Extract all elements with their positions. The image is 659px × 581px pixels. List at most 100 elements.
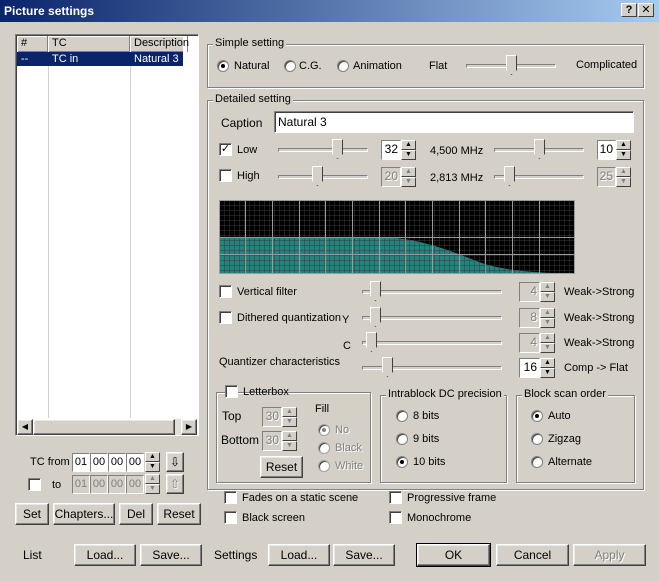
high-value2-spinner[interactable]: ▲ ▼: [616, 167, 631, 187]
chapter-list[interactable]: # TC Description -- TC in Natural 3 ◀ ▶: [15, 34, 199, 436]
low-value-input[interactable]: 32: [381, 140, 401, 160]
radio-animation[interactable]: [337, 60, 349, 72]
tc-to-ss[interactable]: 00: [108, 475, 126, 494]
letterbox-checkbox[interactable]: [225, 385, 238, 398]
horizontal-scrollbar[interactable]: ◀ ▶: [17, 419, 197, 435]
bottom-spinner[interactable]: ▲ ▼: [282, 431, 297, 451]
list-reset-button[interactable]: Reset: [157, 503, 201, 525]
vertical-filter-value[interactable]: 4: [519, 282, 540, 302]
high-slider-track[interactable]: [278, 175, 368, 179]
tc-from-hh[interactable]: 01: [72, 453, 90, 472]
high-value2-input[interactable]: 25: [597, 167, 616, 187]
dithered-c-spinner[interactable]: ▲ ▼: [540, 333, 555, 353]
radio-zigzag[interactable]: [531, 433, 543, 445]
vertical-filter-spinner[interactable]: ▲ ▼: [540, 282, 555, 302]
col-description[interactable]: Description: [130, 36, 189, 52]
quantizer-value[interactable]: 16: [519, 358, 540, 378]
scroll-thumb[interactable]: [33, 419, 175, 435]
low-slider-track[interactable]: [278, 148, 368, 152]
dithered-checkbox[interactable]: [219, 311, 232, 324]
ok-button[interactable]: OK: [416, 543, 491, 567]
tc-to-mm[interactable]: 00: [90, 475, 108, 494]
top-spinner[interactable]: ▲ ▼: [282, 407, 297, 427]
monochrome-label: Monochrome: [407, 512, 472, 524]
table-row[interactable]: -- TC in Natural 3: [17, 52, 183, 66]
column-divider: [48, 66, 49, 418]
tc-to-hh[interactable]: 01: [72, 475, 90, 494]
fades-checkbox[interactable]: [224, 491, 237, 504]
high-value-spinner[interactable]: ▲ ▼: [401, 167, 416, 187]
col-num[interactable]: #: [17, 36, 48, 52]
radio-auto[interactable]: [531, 410, 543, 422]
fill-no-radio[interactable]: [318, 424, 330, 436]
bottom-label: Bottom: [221, 433, 260, 447]
tc-from-ff[interactable]: 00: [126, 453, 144, 472]
progressive-checkbox[interactable]: [389, 491, 402, 504]
block-scan-title: Block scan order: [522, 388, 608, 400]
tc-from-ss[interactable]: 00: [108, 453, 126, 472]
tc-to-checkbox[interactable]: [28, 478, 41, 491]
high-label: High: [237, 170, 260, 182]
fill-black-radio[interactable]: [318, 442, 330, 454]
low-value2-spinner[interactable]: ▲ ▼: [616, 140, 631, 160]
quantizer-label: Quantizer characteristics: [219, 356, 341, 368]
radio-8bits[interactable]: [396, 410, 408, 422]
cancel-button[interactable]: Cancel: [496, 544, 569, 566]
low-checkbox[interactable]: ✓: [219, 143, 232, 156]
low-value-spinner[interactable]: ▲ ▼: [401, 140, 416, 160]
tc-from-mm[interactable]: 00: [90, 453, 108, 472]
high-value-input[interactable]: 20: [381, 167, 401, 187]
list-load-button[interactable]: Load...: [74, 544, 136, 566]
scroll-right-icon[interactable]: ▶: [181, 419, 197, 435]
low-label: Low: [237, 144, 258, 156]
radio-natural[interactable]: [217, 60, 229, 72]
del-button[interactable]: Del: [119, 503, 153, 525]
radio-10bits[interactable]: [396, 456, 408, 468]
caption-input[interactable]: Natural 3: [274, 111, 634, 133]
radio-alternate[interactable]: [531, 456, 543, 468]
close-button[interactable]: ✕: [638, 3, 654, 17]
fill-white-radio[interactable]: [318, 460, 330, 472]
quantizer-spinner[interactable]: ▲ ▼: [540, 358, 555, 378]
tc-to-ff[interactable]: 00: [126, 475, 144, 494]
arrow-up-icon[interactable]: ⇧: [166, 474, 184, 494]
settings-save-button[interactable]: Save...: [333, 544, 395, 566]
settings-load-button[interactable]: Load...: [268, 544, 330, 566]
dithered-y-range: Weak->Strong: [564, 312, 635, 324]
dithered-y-label: Y: [342, 314, 350, 326]
low-value2-input[interactable]: 10: [597, 140, 616, 160]
set-button[interactable]: Set: [15, 503, 49, 525]
dithered-y-spinner[interactable]: ▲ ▼: [540, 308, 555, 328]
bottom-value[interactable]: 30: [262, 431, 282, 451]
chapters-button[interactable]: Chapters...: [53, 503, 115, 525]
top-value[interactable]: 30: [262, 407, 282, 427]
monochrome-checkbox[interactable]: [389, 511, 402, 524]
vertical-filter-slider-track[interactable]: [362, 290, 502, 294]
dithered-y-value[interactable]: 8: [519, 308, 540, 328]
fill-label: Fill: [315, 403, 330, 415]
high-checkbox[interactable]: [219, 169, 232, 182]
tc-from-label: TC from: [30, 456, 70, 468]
flat-label: Flat: [429, 60, 448, 72]
dithered-c-slider-track[interactable]: [362, 341, 502, 345]
letterbox-reset-button[interactable]: Reset: [260, 456, 303, 478]
row-tc: TC in: [52, 53, 79, 65]
apply-button[interactable]: Apply: [573, 544, 646, 566]
top-label: Top: [222, 409, 242, 423]
dithered-y-slider-track[interactable]: [362, 316, 502, 320]
tc-from-spinner[interactable]: ▲ ▼: [145, 452, 160, 472]
help-button[interactable]: ?: [621, 3, 637, 17]
radio-cg[interactable]: [284, 60, 296, 72]
vertical-filter-checkbox[interactable]: [219, 285, 232, 298]
zigzag-label: Zigzag: [548, 433, 582, 445]
list-save-button[interactable]: Save...: [140, 544, 202, 566]
black-screen-checkbox[interactable]: [224, 511, 237, 524]
scroll-left-icon[interactable]: ◀: [17, 419, 33, 435]
col-tc[interactable]: TC: [48, 36, 130, 52]
title-bar: Picture settings: [0, 0, 659, 22]
tc-to-spinner[interactable]: ▲ ▼: [145, 474, 160, 494]
fill-white-label: White: [335, 460, 364, 472]
radio-9bits[interactable]: [396, 433, 408, 445]
dithered-c-value[interactable]: 4: [519, 333, 540, 353]
arrow-down-icon[interactable]: ⇩: [166, 452, 184, 472]
